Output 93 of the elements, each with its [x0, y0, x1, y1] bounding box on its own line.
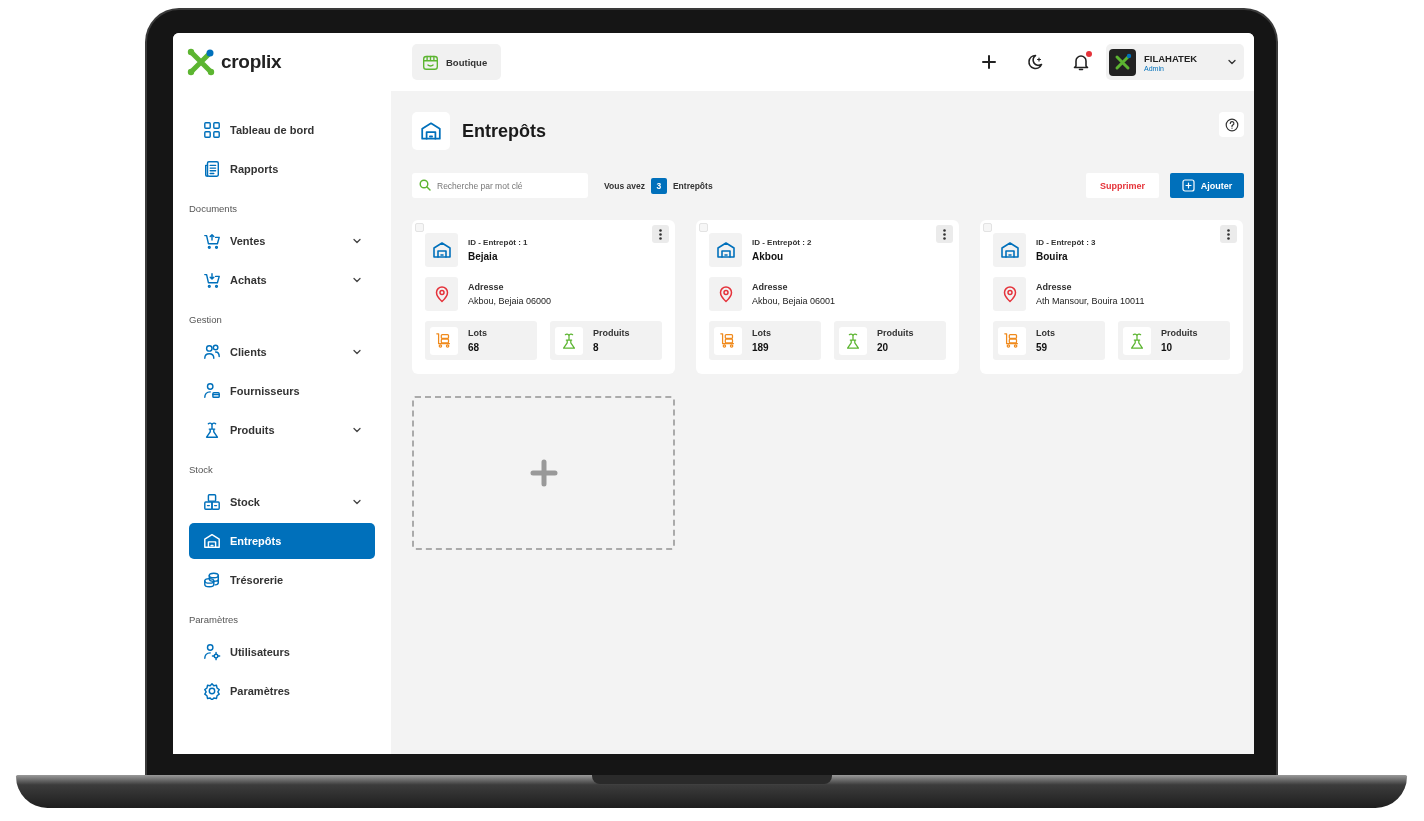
warehouse-icon — [420, 120, 442, 142]
warehouse-icon — [203, 532, 221, 550]
nav-item[interactable]: Entrepôts — [189, 523, 375, 559]
stat-label: Produits — [877, 328, 914, 338]
nav-item[interactable]: Fournisseurs — [189, 373, 375, 409]
address-label: Adresse — [468, 282, 505, 292]
nav-item[interactable]: Achats — [189, 262, 375, 298]
search-field[interactable]: Recherche par mot clé — [412, 173, 588, 198]
warehouse-id: ID - Entrepôt : 3 — [1036, 238, 1096, 247]
search-icon — [419, 179, 431, 191]
warehouse-icon — [715, 240, 736, 260]
nav-item[interactable]: Trésorerie — [189, 562, 375, 598]
warehouse-name: Bouira — [1036, 251, 1069, 262]
more-button[interactable] — [652, 225, 669, 243]
kebab-icon — [1227, 228, 1230, 240]
address-label: Adresse — [752, 282, 789, 292]
count-text: Vous avez — [604, 180, 645, 191]
nav-item[interactable]: Rapports — [189, 151, 375, 187]
nav-item[interactable]: Paramètres — [189, 673, 375, 709]
moon-icon — [1026, 53, 1044, 71]
shop-button[interactable]: Boutique — [412, 44, 502, 80]
shop-icon — [422, 53, 439, 71]
help-icon — [1224, 117, 1239, 132]
brand-name: croplix — [221, 51, 282, 73]
cart-icon — [203, 271, 221, 289]
stat-label: Produits — [593, 328, 630, 338]
warehouse-name: Bejaia — [468, 251, 499, 262]
flask-icon — [203, 421, 221, 439]
address-text: Akbou, Bejaia 06001 — [752, 296, 836, 306]
user-gear-icon — [203, 643, 221, 661]
checkbox[interactable] — [699, 223, 708, 232]
address-text: Akbou, Bejaia 06000 — [468, 296, 552, 306]
plus-icon — [529, 459, 558, 487]
flask-icon — [560, 331, 578, 350]
stat-label: Lots — [468, 328, 487, 338]
user-name: FILAHATEK — [1144, 52, 1199, 64]
flask-icon — [1128, 331, 1146, 350]
trolley-icon — [435, 331, 453, 350]
kebab-icon — [943, 228, 946, 240]
stat-label: Lots — [1036, 328, 1055, 338]
trolley-icon — [1003, 331, 1021, 350]
warehouse-id: ID - Entrepôt : 2 — [752, 238, 812, 247]
warehouse-icon — [431, 240, 452, 260]
section-title: Stock — [189, 464, 214, 476]
settings-icon — [203, 682, 221, 700]
cart-icon — [203, 232, 221, 250]
grid-icon — [203, 121, 221, 139]
bell-icon — [1072, 53, 1090, 71]
stat-value: 189 — [752, 342, 770, 353]
avatar-logo-icon — [1109, 48, 1136, 76]
plus-icon — [980, 53, 998, 71]
stat-value: 59 — [1036, 342, 1049, 353]
help-button[interactable] — [1219, 112, 1244, 137]
nav-item[interactable]: Stock — [189, 484, 375, 520]
count-badge: 3 — [650, 177, 667, 194]
checkbox[interactable] — [983, 223, 992, 232]
warehouse-name: Akbou — [752, 251, 785, 262]
coins-icon — [203, 571, 221, 589]
section-title: Gestion — [189, 314, 223, 326]
delete-button[interactable]: Supprimer — [1086, 173, 1159, 198]
nav-item[interactable]: Clients — [189, 334, 375, 370]
kebab-icon — [659, 228, 662, 240]
document-icon — [203, 160, 221, 178]
more-button[interactable] — [1220, 225, 1237, 243]
section-title: Documents — [189, 203, 239, 215]
logo-icon — [187, 48, 215, 76]
more-button[interactable] — [936, 225, 953, 243]
nav-item[interactable]: Ventes — [189, 223, 375, 259]
add-button[interactable]: Ajouter — [1170, 173, 1244, 198]
count-text: Entrepôts — [672, 180, 713, 191]
boxes-icon — [203, 493, 221, 511]
users-icon — [203, 343, 221, 361]
checkbox[interactable] — [415, 223, 424, 232]
page-title: Entrepôts — [462, 120, 547, 142]
trolley-icon — [719, 331, 737, 350]
stat-value: 68 — [468, 342, 481, 353]
warehouse-id: ID - Entrepôt : 1 — [468, 238, 528, 247]
flask-icon — [844, 331, 862, 350]
nav-item[interactable]: Produits — [189, 412, 375, 448]
warehouse-icon — [999, 240, 1020, 260]
chevron-down-icon — [1228, 59, 1236, 65]
stat-label: Lots — [752, 328, 771, 338]
nav-item[interactable]: Tableau de bord — [189, 112, 375, 148]
stat-value: 20 — [877, 342, 890, 353]
address-text: Ath Mansour, Bouira 10011 — [1036, 296, 1145, 306]
plus-square-icon — [1181, 179, 1195, 192]
address-label: Adresse — [1036, 282, 1073, 292]
nav-item[interactable]: Utilisateurs — [189, 634, 375, 670]
section-title: Paramètres — [189, 614, 240, 626]
stat-value: 10 — [1161, 342, 1174, 353]
person-box-icon — [203, 382, 221, 400]
stat-value: 8 — [593, 342, 600, 353]
stat-label: Produits — [1161, 328, 1198, 338]
